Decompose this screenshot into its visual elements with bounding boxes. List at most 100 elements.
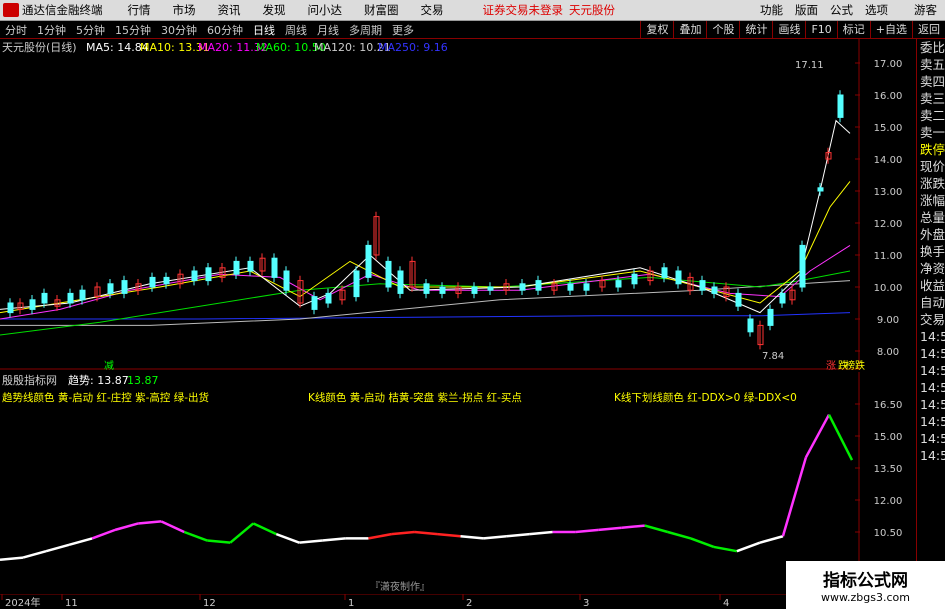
period-tab[interactable]: 多周期 [344, 22, 387, 38]
menu-right-item[interactable]: 功能 [754, 2, 789, 18]
toolbar-button[interactable]: 标记 [836, 20, 870, 39]
tag-rise[interactable]: 涨 [826, 360, 836, 372]
toolbar-button[interactable]: 复权 [640, 20, 673, 39]
period-tab[interactable]: 1分钟 [32, 22, 71, 38]
watermark: 指标公式网 www.zbgs3.com [786, 561, 945, 609]
quote-field: 14:56 [920, 346, 945, 361]
date-tick: 11 [65, 598, 78, 609]
indicator-tick: 12.00 [874, 496, 903, 507]
candle [583, 283, 590, 291]
trend-label: 趋势: 13.87 [68, 374, 129, 387]
trend-segment [460, 535, 484, 540]
trend-segment [160, 520, 185, 534]
trend-segment [322, 537, 346, 542]
quote-field[interactable]: 自动 [917, 294, 945, 311]
period-tab[interactable]: 分时 [0, 22, 32, 38]
toolbar-button[interactable]: +自选 [869, 20, 912, 39]
ma-lines [0, 119, 851, 336]
toolbar-button[interactable]: F10 [805, 20, 836, 39]
candle [385, 260, 392, 288]
quote-field: 涨跌 [920, 176, 945, 191]
candle [397, 270, 404, 294]
menu-item[interactable]: 交易 [410, 2, 455, 18]
period-tab[interactable]: 60分钟 [202, 22, 248, 38]
indicator-tick: 13.50 [874, 464, 903, 475]
candles [7, 90, 844, 350]
period-tab[interactable]: 15分钟 [110, 22, 156, 38]
menu-item[interactable]: 问小达 [297, 2, 354, 18]
menu-item[interactable]: 资讯 [207, 2, 252, 18]
trend-value: 13.87 [127, 374, 159, 387]
price-tick: 13.00 [874, 187, 903, 198]
menu-right-item[interactable]: 版面 [789, 2, 824, 18]
toolbar-button[interactable]: 返回 [912, 20, 945, 39]
candle [567, 283, 574, 291]
toolbar-button[interactable]: 画线 [772, 20, 805, 39]
trend-segment [45, 543, 70, 553]
quote-field: 收益 [920, 278, 945, 293]
quote-field: 14:56 [920, 431, 945, 446]
trend-segment [804, 414, 831, 458]
quote-field: 14:56 [920, 380, 945, 395]
menu-item[interactable]: 发现 [252, 2, 297, 18]
period-tab[interactable]: 30分钟 [156, 22, 202, 38]
stock-name: 天元股份 [569, 3, 615, 17]
quote-field[interactable]: 交易 [917, 311, 945, 328]
trend-segment [690, 537, 715, 549]
period-tab[interactable]: 周线 [280, 22, 312, 38]
trend-segment [598, 526, 622, 532]
toolbar-button[interactable]: 叠加 [673, 20, 706, 39]
menubar: 通达信金融终端 行情 市场 资讯 发现 问小达 财富圈 交易 证券交易未登录 天… [0, 0, 945, 21]
indicator-tick: 16.50 [874, 400, 903, 411]
menu-item[interactable]: 市场 [162, 2, 207, 18]
price-tick: 16.00 [874, 91, 903, 102]
date-ticks: 2024年 11 12 1 2 3 4 [1, 594, 729, 609]
period-tab-active[interactable]: 日线 [248, 22, 280, 38]
candle [121, 280, 128, 294]
app-logo [3, 3, 19, 17]
candle [615, 280, 622, 288]
quote-field: 卖一 [920, 125, 945, 140]
trend-segment [667, 530, 692, 540]
tag-rank[interactable]: 榜跌 [845, 359, 865, 372]
credit-label: 『潇夜制作』 [370, 580, 430, 593]
quote-field: 卖五 [920, 57, 945, 72]
period-tab-more[interactable]: 更多 [387, 22, 419, 38]
trend-segment [183, 530, 208, 542]
date-tick: 2024年 [5, 596, 40, 609]
indicator-chart[interactable]: 殷殷指标网 趋势: 13.87 13.87 趋势线颜色 黄-启动 红-庄控 紫-… [0, 372, 902, 594]
candle [233, 260, 240, 275]
period-tab[interactable]: 月线 [312, 22, 344, 38]
candle [631, 273, 638, 285]
candle [799, 244, 806, 288]
menu-right-item[interactable]: 公式 [824, 2, 859, 18]
quote-field: 14:56 [920, 363, 945, 378]
watermark-title: 指标公式网 [823, 571, 908, 591]
quote-field: 总量 [920, 210, 945, 225]
trend-segment [91, 528, 116, 540]
menu-item[interactable]: 财富圈 [353, 2, 410, 18]
trend-segment [759, 535, 784, 544]
period-tab[interactable]: 5分钟 [71, 22, 110, 38]
toolbar-button[interactable]: 个股 [706, 20, 739, 39]
high-price-label: 17.11 [795, 60, 824, 71]
quote-field: 现价 [920, 159, 945, 174]
toolbar-button[interactable]: 统计 [739, 20, 772, 39]
indicator-note: 趋势线颜色 黄-启动 红-庄控 紫-高控 绿-出货 [2, 391, 209, 404]
quote-field: 涨幅 [920, 193, 945, 208]
low-price-label: 7.84 [762, 351, 784, 362]
menu-right-item[interactable]: 选项 [859, 2, 894, 18]
trend-segment [299, 539, 323, 544]
trend-segment [781, 456, 808, 537]
candle [311, 296, 318, 310]
candle [747, 318, 754, 333]
price-axis: 17.00 16.00 15.00 14.00 13.00 12.00 11.00 10.00… [855, 59, 902, 358]
kline-chart[interactable]: 天元股份(日线) MA5: 14.84 MA10: 13.31 MA20: 11… [0, 39, 902, 372]
price-tick: 9.00 [877, 315, 899, 326]
quote-field: 换手 [920, 244, 945, 259]
menu-item[interactable]: 行情 [117, 2, 162, 18]
trade-warning[interactable]: 证券交易未登录 [483, 2, 564, 18]
guest-label[interactable]: 游客 [914, 2, 937, 18]
quote-field: 14:56 [920, 329, 945, 344]
trend-segment [229, 522, 255, 544]
